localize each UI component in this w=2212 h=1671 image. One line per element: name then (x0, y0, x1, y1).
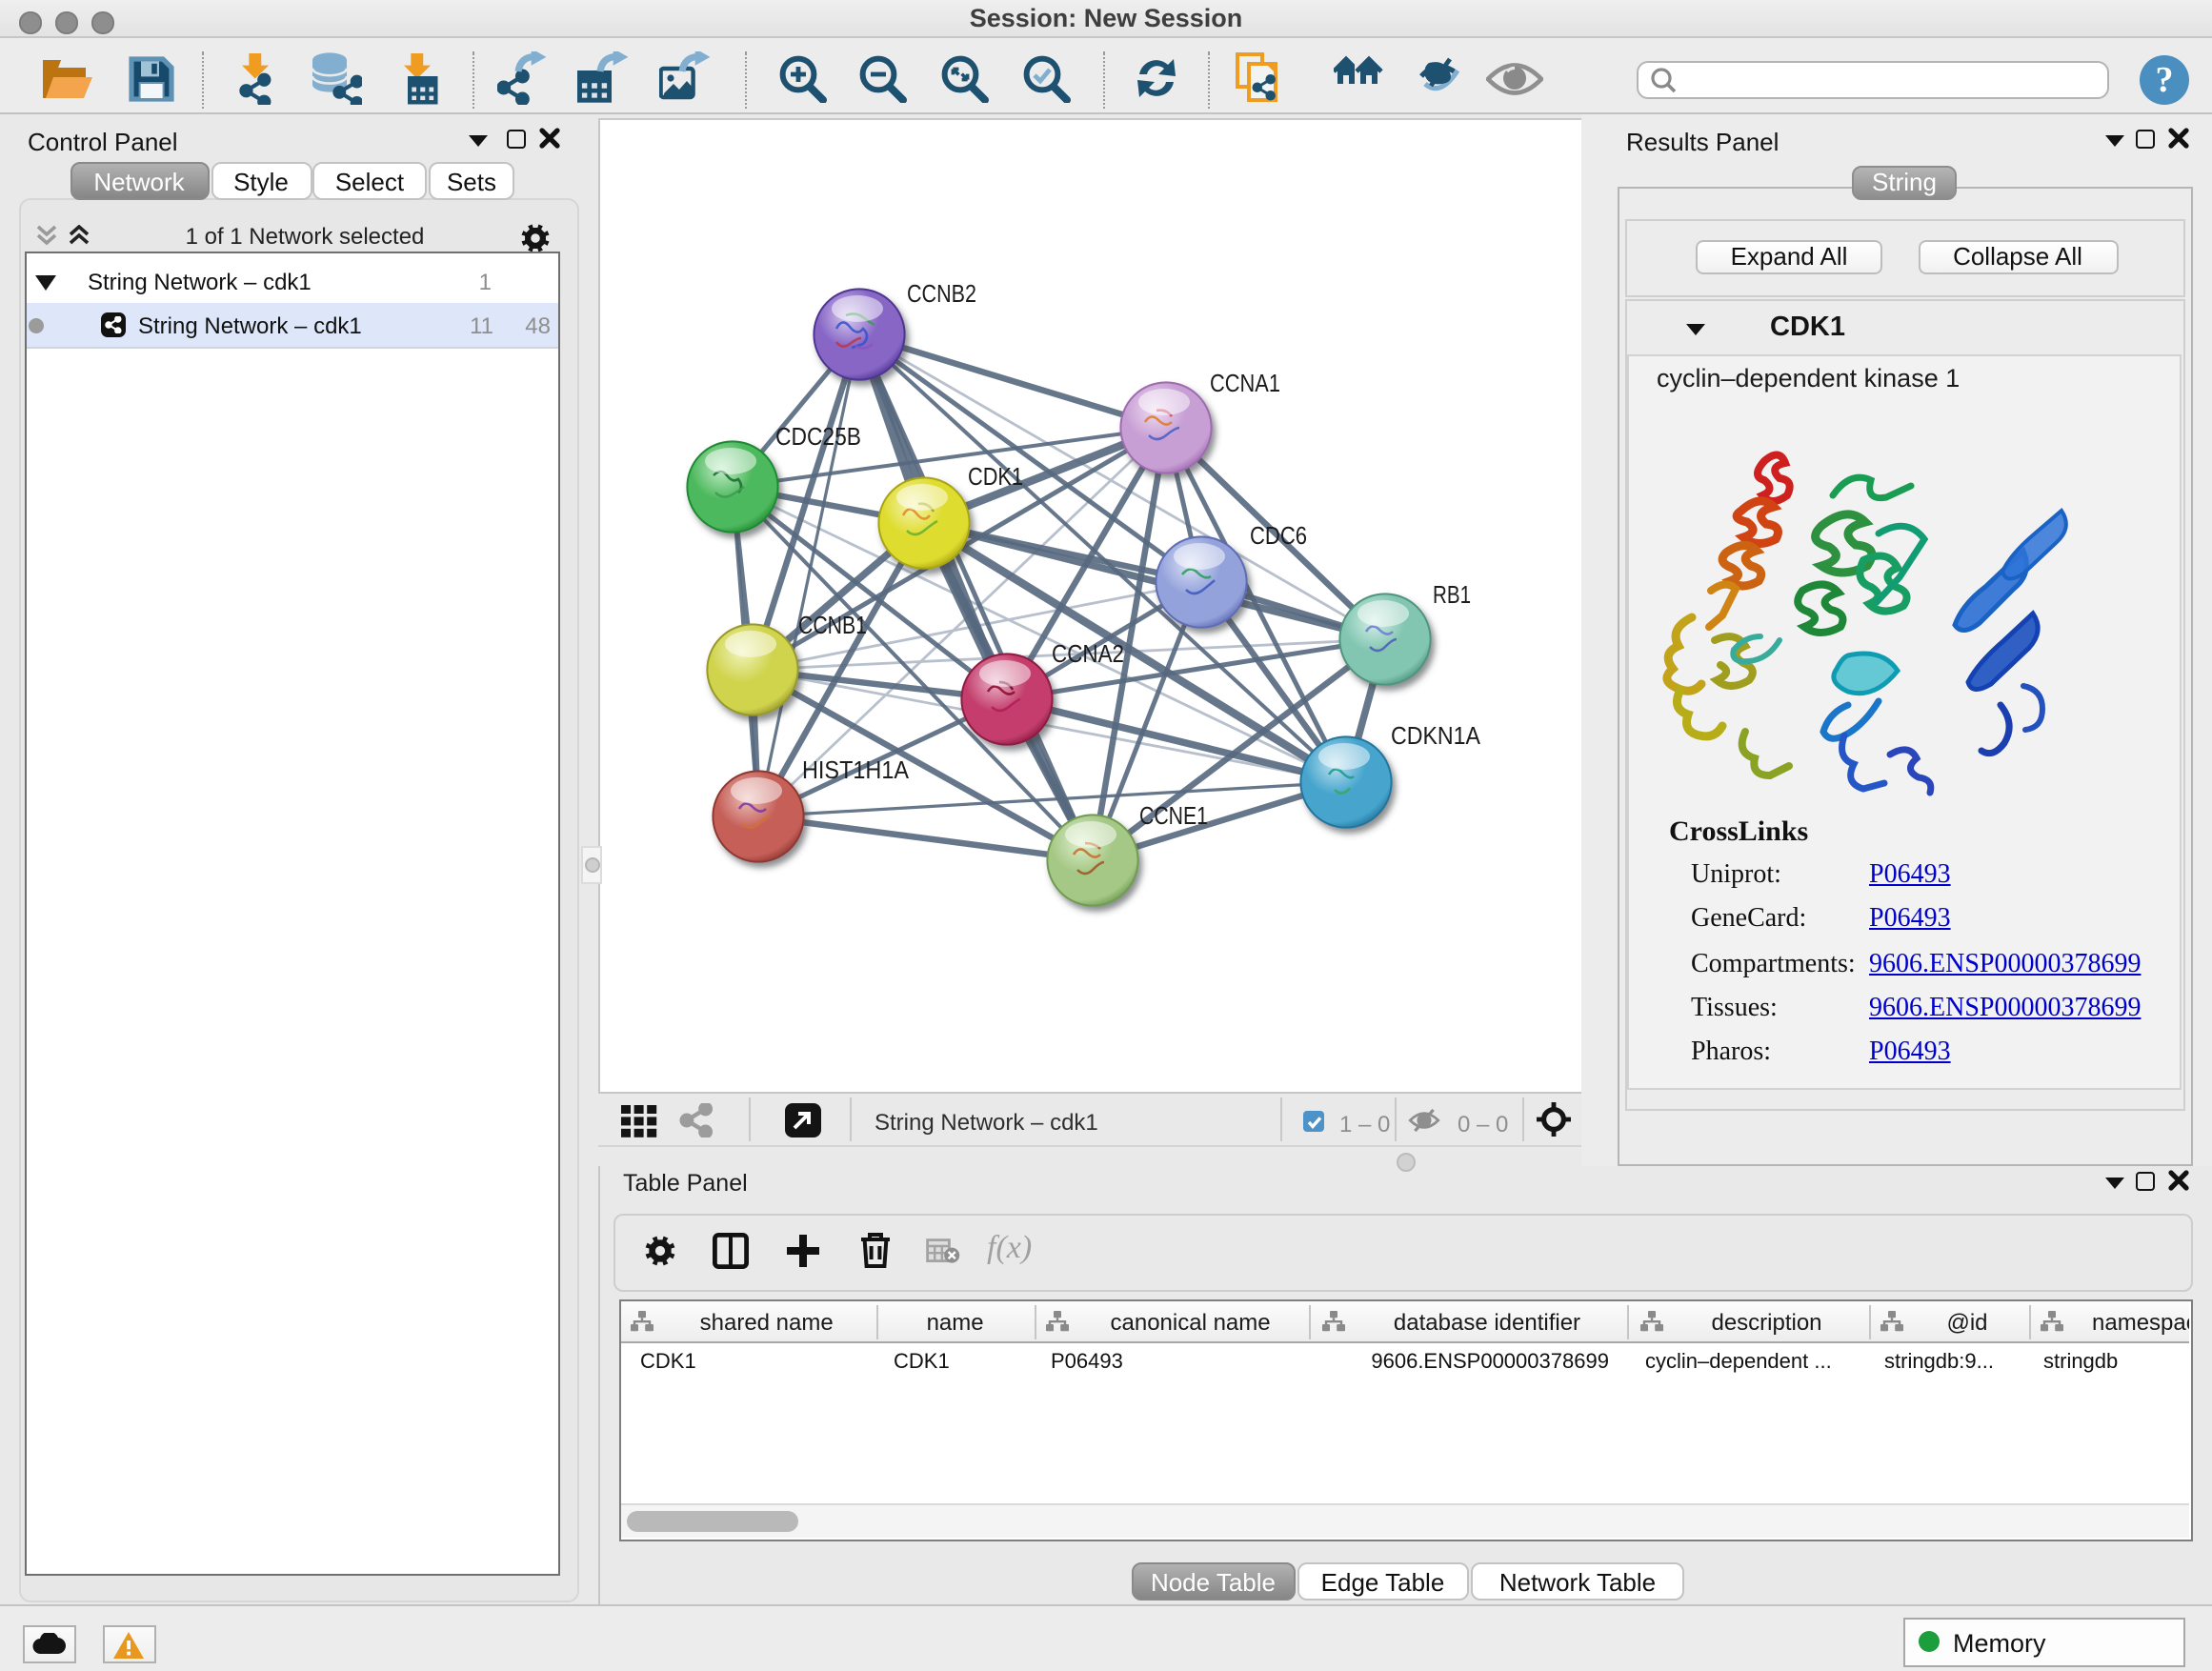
svg-text:CDC6: CDC6 (1250, 520, 1307, 549)
svg-text:CCNA1: CCNA1 (1210, 368, 1280, 396)
svg-text:HIST1H1A: HIST1H1A (802, 755, 910, 783)
svg-text:RB1: RB1 (1433, 579, 1471, 608)
svg-text:CCNE1: CCNE1 (1139, 800, 1208, 829)
svg-text:CCNA2: CCNA2 (1052, 638, 1124, 667)
svg-text:CDKN1A: CDKN1A (1391, 720, 1481, 749)
svg-text:CCNB1: CCNB1 (798, 610, 867, 638)
svg-text:CCNB2: CCNB2 (907, 278, 976, 307)
svg-text:CDK1: CDK1 (968, 461, 1023, 490)
svg-text:CDC25B: CDC25B (775, 421, 861, 450)
